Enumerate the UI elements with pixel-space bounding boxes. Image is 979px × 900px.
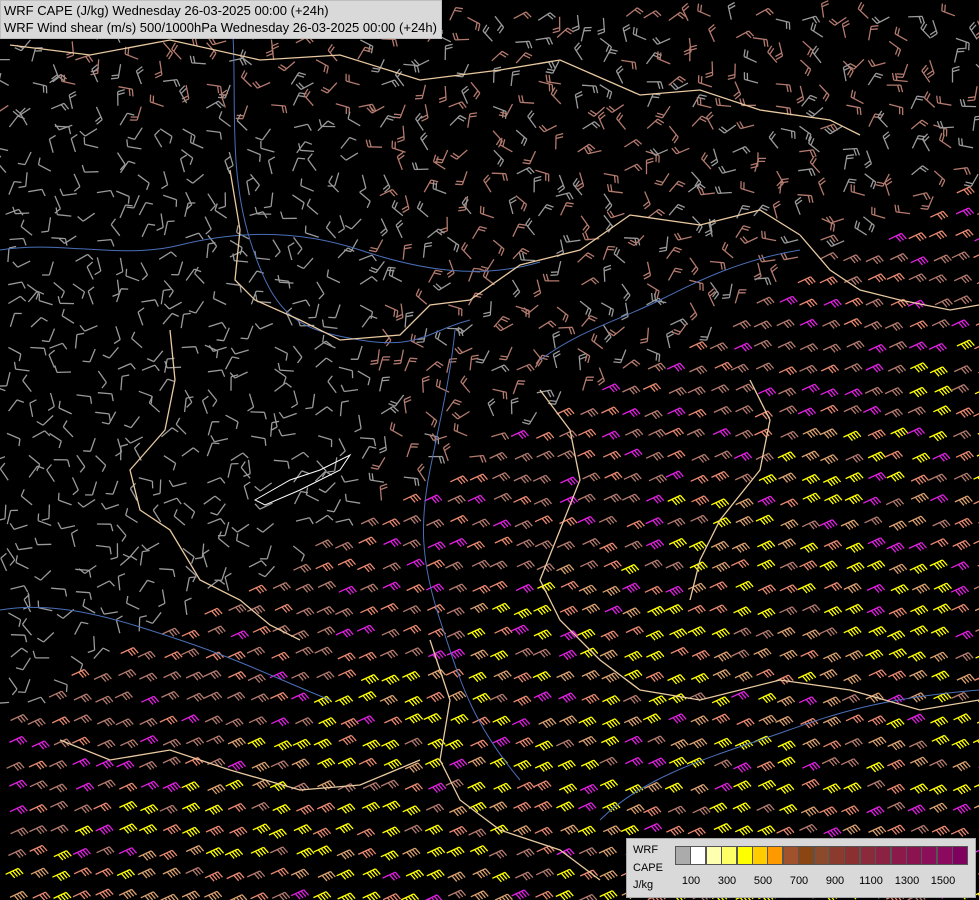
legend-swatch: [721, 846, 738, 865]
wind-shear-title: WRF Wind shear (m/s) 500/1000hPa Wednesd…: [4, 20, 437, 35]
legend-tick-label: 1300: [894, 875, 920, 887]
legend-tick-label: 500: [753, 875, 773, 887]
legend-swatch: [752, 846, 768, 865]
legend-swatch: [875, 846, 892, 865]
legend-tick-label: 700: [789, 875, 809, 887]
wind-shear-map: [0, 0, 979, 900]
legend-tick-label: 1500: [930, 875, 956, 887]
legend-swatch: [798, 846, 815, 865]
legend-tick-label: 900: [825, 875, 845, 887]
legend-swatch: [921, 846, 938, 865]
legend-swatch: [829, 846, 845, 865]
legend-label-unit: J/kg: [633, 879, 654, 891]
legend-swatch: [952, 846, 969, 865]
legend-label-variable: CAPE: [633, 862, 663, 874]
legend-swatch: [705, 846, 722, 865]
legend-swatch: [782, 846, 799, 865]
cape-legend: WRF CAPE J/kg 100 300 500 700 900 1100 1300 150…: [626, 838, 976, 898]
legend-swatch: [859, 846, 876, 865]
legend-swatch: [890, 846, 907, 865]
legend-swatch: [813, 846, 830, 865]
legend-swatch: [690, 846, 707, 865]
legend-swatch: [675, 846, 691, 865]
legend-tick-label: 100: [681, 875, 701, 887]
cape-title: WRF CAPE (J/kg) Wednesday 26-03-2025 00:…: [4, 3, 329, 18]
legend-tick-label: 1100: [859, 875, 883, 887]
legend-label-model: WRF: [633, 844, 659, 856]
map-title-box: WRF CAPE (J/kg) Wednesday 26-03-2025 00:…: [0, 0, 442, 39]
legend-swatch: [736, 846, 753, 865]
legend-tick-label: 300: [717, 875, 737, 887]
legend-swatch: [906, 846, 922, 865]
legend-swatch: [844, 846, 861, 865]
legend-swatch: [767, 846, 784, 865]
legend-swatch: [936, 846, 953, 865]
